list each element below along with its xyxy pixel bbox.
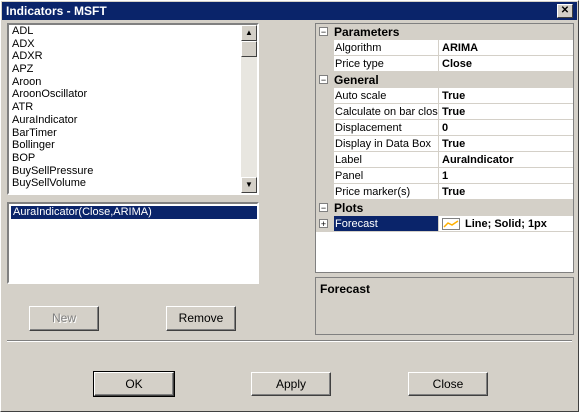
property-name: Forecast xyxy=(333,216,439,232)
ok-button[interactable]: OK xyxy=(93,371,175,397)
indicator-list-item[interactable]: BarTimer xyxy=(12,127,93,140)
property-value[interactable]: Close xyxy=(439,56,573,72)
indicator-list-item[interactable]: ADL xyxy=(12,25,93,38)
indicator-list-item[interactable]: ADX xyxy=(12,38,93,51)
row-gutter xyxy=(316,56,333,72)
indicator-list-item[interactable]: ATR xyxy=(12,101,93,114)
indicators-dialog: Indicators - MSFT ✕ ADL ADX ADXR APZ Aroon Ar… xyxy=(0,0,579,412)
row-gutter xyxy=(316,40,333,56)
window-title: Indicators - MSFT xyxy=(6,4,107,18)
property-value[interactable]: True xyxy=(439,88,573,104)
indicator-list-items: ADL ADX ADXR APZ Aroon AroonOscillator ATR Aura… xyxy=(12,25,93,190)
indicator-list-scrollbar[interactable]: ▲ ▼ xyxy=(241,25,257,193)
property-name: Algorithm xyxy=(333,40,439,56)
category-label: Parameters xyxy=(334,25,400,39)
property-name: Label xyxy=(333,152,439,168)
indicator-list-item[interactable]: BuySellVolume xyxy=(12,177,93,190)
expand-icon[interactable]: + xyxy=(319,219,328,229)
property-label[interactable]: Label AuraIndicator xyxy=(316,152,573,168)
property-value[interactable]: Line; Solid; 1px xyxy=(439,216,573,232)
row-gutter xyxy=(316,184,333,200)
property-price-type[interactable]: Price type Close xyxy=(316,56,573,72)
indicator-list-item[interactable]: APZ xyxy=(12,63,93,76)
property-name: Panel xyxy=(333,168,439,184)
row-gutter xyxy=(316,104,333,120)
property-name: Price type xyxy=(333,56,439,72)
category-plots[interactable]: − Plots xyxy=(316,200,573,216)
row-gutter xyxy=(316,152,333,168)
property-name: Calculate on bar close xyxy=(333,104,439,120)
property-display-in-data-box[interactable]: Display in Data Box True xyxy=(316,136,573,152)
divider xyxy=(7,340,572,342)
property-name: Auto scale xyxy=(333,88,439,104)
close-window-button[interactable]: ✕ xyxy=(557,4,573,18)
property-value[interactable]: True xyxy=(439,184,573,200)
row-gutter xyxy=(316,168,333,184)
category-label: Plots xyxy=(334,201,364,215)
scroll-down-button[interactable]: ▼ xyxy=(241,177,257,193)
category-parameters[interactable]: − Parameters xyxy=(316,24,573,40)
row-gutter xyxy=(316,136,333,152)
indicator-list-item[interactable]: BuySellPressure xyxy=(12,165,93,178)
property-name: Display in Data Box xyxy=(333,136,439,152)
property-algorithm[interactable]: Algorithm ARIMA xyxy=(316,40,573,56)
property-value[interactable]: True xyxy=(439,104,573,120)
title-bar: Indicators - MSFT ✕ xyxy=(2,2,577,20)
close-button[interactable]: Close xyxy=(408,372,488,396)
indicator-list-item[interactable]: AroonOscillator xyxy=(12,88,93,101)
property-value[interactable]: True xyxy=(439,136,573,152)
indicator-list-item[interactable]: Bollinger xyxy=(12,139,93,152)
collapse-icon[interactable]: − xyxy=(319,27,328,37)
property-value[interactable]: 1 xyxy=(439,168,573,184)
property-panel[interactable]: Panel 1 xyxy=(316,168,573,184)
property-auto-scale[interactable]: Auto scale True xyxy=(316,88,573,104)
remove-button[interactable]: Remove xyxy=(166,306,236,331)
property-grid: − Parameters Algorithm ARIMA Price type … xyxy=(315,23,574,273)
property-displacement[interactable]: Displacement 0 xyxy=(316,120,573,136)
property-value[interactable]: 0 xyxy=(439,120,573,136)
collapse-icon[interactable]: − xyxy=(319,203,328,213)
scroll-up-button[interactable]: ▲ xyxy=(241,25,257,41)
line-plot-icon xyxy=(442,218,460,230)
indicator-list[interactable]: ADL ADX ADXR APZ Aroon AroonOscillator ATR Aura… xyxy=(7,23,259,195)
indicator-list-item[interactable]: ADXR xyxy=(12,50,93,63)
description-title: Forecast xyxy=(320,282,371,296)
indicator-list-item[interactable]: AuraIndicator xyxy=(12,114,93,127)
indicator-list-item[interactable]: Aroon xyxy=(12,76,93,89)
property-name: Displacement xyxy=(333,120,439,136)
row-gutter xyxy=(316,88,333,104)
description-panel: Forecast xyxy=(315,277,574,335)
row-gutter xyxy=(316,120,333,136)
applied-indicators-list[interactable]: AuraIndicator(Close,ARIMA) xyxy=(7,202,259,284)
row-gutter: + xyxy=(316,216,333,232)
apply-button[interactable]: Apply xyxy=(251,372,331,396)
collapse-icon[interactable]: − xyxy=(319,75,328,85)
scroll-thumb[interactable] xyxy=(241,41,257,57)
property-value[interactable]: AuraIndicator xyxy=(439,152,573,168)
property-forecast[interactable]: + Forecast Line; Solid; 1px xyxy=(316,216,573,232)
property-value[interactable]: ARIMA xyxy=(439,40,573,56)
property-name: Price marker(s) xyxy=(333,184,439,200)
forecast-value-text: Line; Solid; 1px xyxy=(465,218,547,230)
new-button[interactable]: New xyxy=(29,306,99,331)
property-calculate-on-bar-close[interactable]: Calculate on bar close True xyxy=(316,104,573,120)
category-general[interactable]: − General xyxy=(316,72,573,88)
category-label: General xyxy=(334,73,379,87)
indicator-list-item[interactable]: BOP xyxy=(12,152,93,165)
applied-indicator-row[interactable]: AuraIndicator(Close,ARIMA) xyxy=(11,206,257,219)
property-price-markers[interactable]: Price marker(s) True xyxy=(316,184,573,200)
